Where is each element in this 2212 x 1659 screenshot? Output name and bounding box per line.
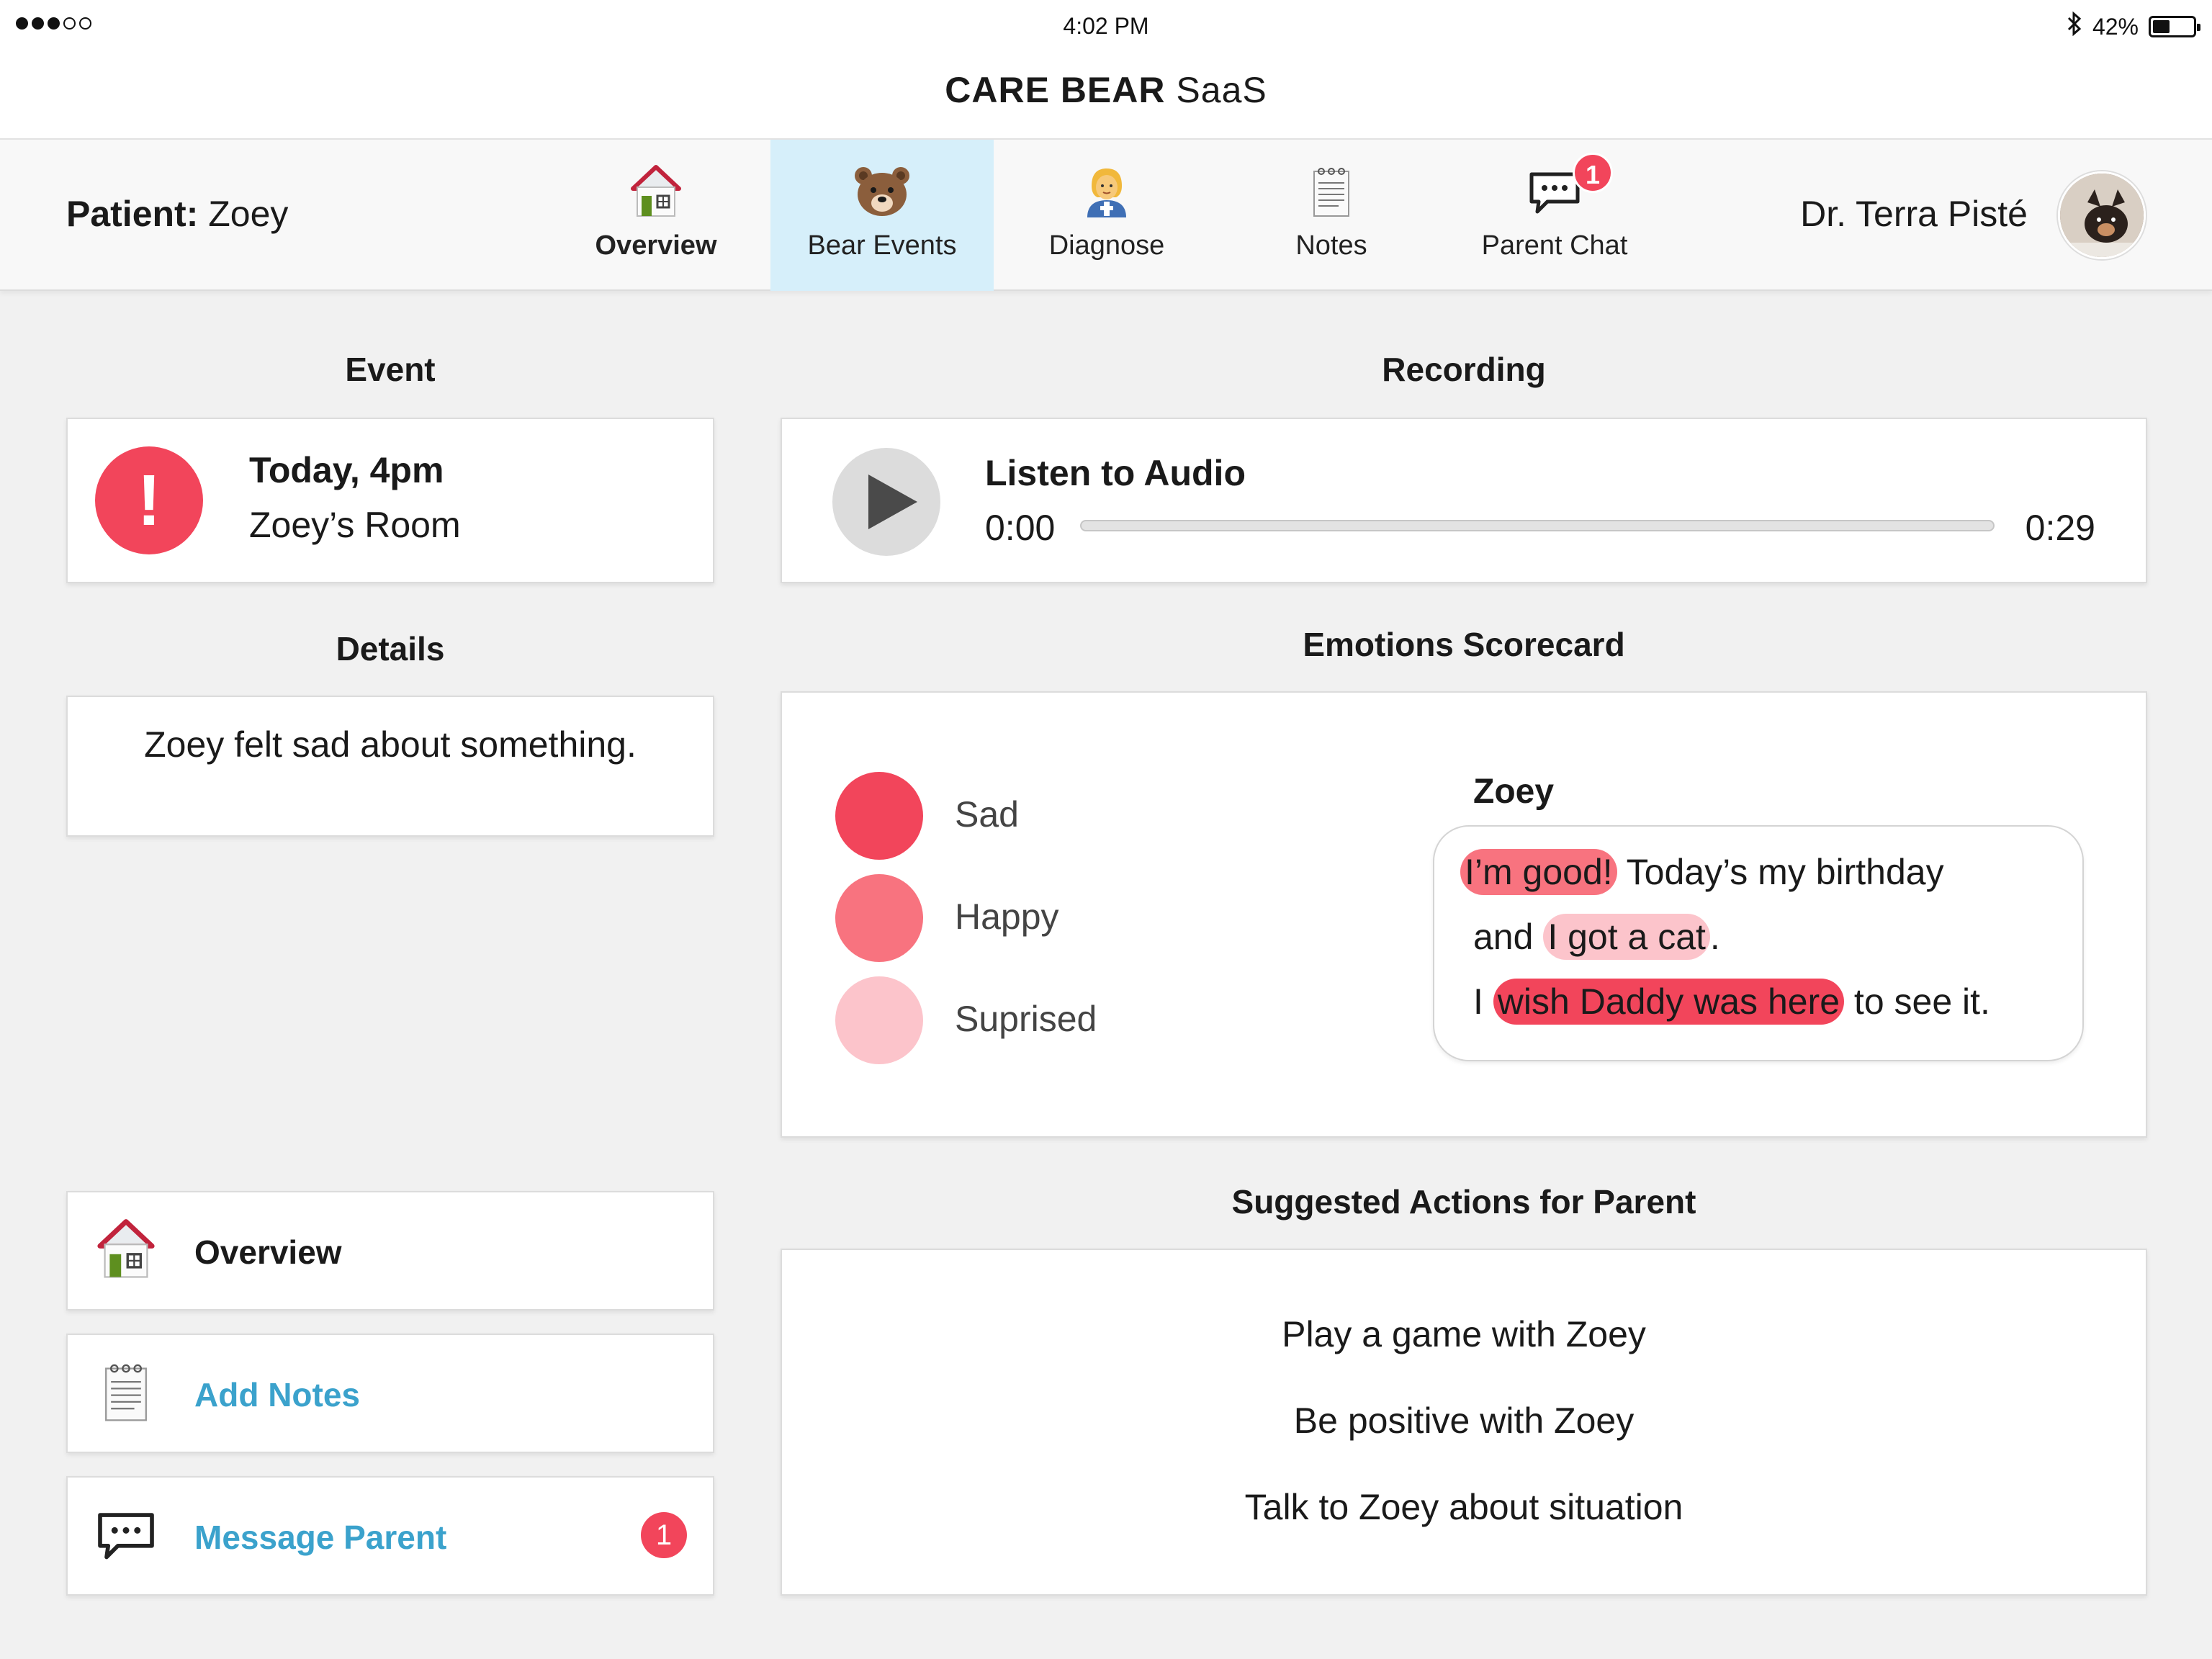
overview-action[interactable]: Overview: [66, 1191, 714, 1310]
recording-title: Listen to Audio: [985, 453, 1246, 493]
quote-text: Today’s my birthday: [1617, 852, 1944, 892]
battery-icon: [2149, 16, 2200, 37]
house-icon: [631, 165, 681, 217]
tab-overview-label: Overview: [595, 230, 717, 261]
quote-text: .: [1709, 917, 1720, 957]
app-title-brand: CARE BEAR: [945, 70, 1166, 110]
emotions-card: Sad Happy Suprised Zoey I’m good! Today’…: [781, 691, 2147, 1138]
quote-line-1: I’m good! Today’s my birthday: [1460, 849, 1944, 895]
details-heading: Details: [336, 630, 445, 667]
app-title: CARE BEAR SaaS: [0, 52, 2212, 138]
emotion-happy-dot: [835, 874, 923, 962]
tab-notes[interactable]: Notes: [1220, 140, 1443, 291]
doctor-name: Dr. Terra Pisté: [1800, 194, 2028, 234]
recording-card: Listen to Audio 0:00 0:29: [781, 418, 2147, 583]
recording-current-time: 0:00: [985, 508, 1056, 548]
tab-diagnose-label: Diagnose: [1048, 230, 1165, 261]
emotions-heading: Emotions Scorecard: [1303, 626, 1625, 663]
status-clock: 4:02 PM: [1063, 13, 1149, 39]
tab-parent-chat-label: Parent Chat: [1481, 230, 1628, 261]
event-heading: Event: [345, 351, 436, 388]
message-parent-badge: 1: [641, 1512, 687, 1558]
event-card: ! Today, 4pm Zoey’s Room: [66, 418, 714, 583]
tab-diagnose[interactable]: Diagnose: [995, 140, 1218, 291]
emotion-sad-dot: [835, 772, 923, 860]
suggestions-heading: Suggested Actions for Parent: [1231, 1183, 1696, 1220]
speech-bubble: I’m good! Today’s my birthday and I got …: [1433, 825, 2084, 1061]
quote-line-3: I wish Daddy was here to see it.: [1473, 979, 1990, 1025]
quote-line-2: and I got a cat.: [1473, 914, 1720, 960]
health-worker-icon: [1087, 168, 1126, 217]
suggestions-card: Play a game with Zoey Be positive with Z…: [781, 1249, 2147, 1596]
suggestion-item: Be positive with Zoey: [1293, 1401, 1635, 1441]
audio-progress-bar[interactable]: [1080, 520, 1995, 531]
patient-value: Zoey: [208, 194, 289, 234]
message-parent-button[interactable]: Message Parent 1: [66, 1476, 714, 1596]
details-text: Zoey felt sad about something.: [144, 724, 637, 765]
patient-label: Patient:: [66, 194, 199, 234]
add-notes-label: Add Notes: [194, 1376, 360, 1413]
top-nav: Patient: Zoey Overview Bear Events Diagn…: [0, 138, 2212, 291]
notepad-icon: [105, 1364, 147, 1421]
bluetooth-icon: [2067, 11, 2082, 42]
bear-face-icon: [855, 167, 909, 216]
quote-highlight-happy: I’m good!: [1460, 849, 1617, 895]
quote-highlight-sad: wish Daddy was here: [1493, 979, 1845, 1025]
tab-overview[interactable]: Overview: [544, 140, 768, 291]
emotion-sad-label: Sad: [955, 794, 1019, 835]
event-location: Zoey’s Room: [249, 505, 461, 545]
house-icon: [97, 1219, 155, 1278]
suggestion-item: Talk to Zoey about situation: [1244, 1487, 1683, 1527]
tab-bear-events-label: Bear Events: [807, 230, 957, 261]
quote-text: and: [1473, 917, 1544, 957]
recording-duration: 0:29: [2025, 508, 2095, 548]
play-button[interactable]: [832, 448, 940, 556]
emotion-happy-label: Happy: [955, 896, 1059, 937]
emotion-surprised-label: Suprised: [955, 999, 1097, 1039]
battery-percent: 42%: [2092, 13, 2139, 40]
tab-parent-chat[interactable]: 1 Parent Chat: [1443, 140, 1666, 291]
app-title-suffix: SaaS: [1176, 70, 1267, 110]
notepad-icon: [1313, 168, 1349, 217]
recording-heading: Recording: [1382, 351, 1546, 388]
tab-bear-events[interactable]: Bear Events: [770, 140, 994, 291]
chat-bubble-icon: [98, 1513, 154, 1560]
alert-icon: !: [95, 446, 203, 554]
emotion-surprised-dot: [835, 976, 923, 1064]
quote-highlight-surprised: I got a cat: [1543, 914, 1710, 960]
tab-notes-label: Notes: [1295, 230, 1367, 261]
speaker-name: Zoey: [1473, 773, 1555, 811]
quote-text: I: [1473, 981, 1493, 1022]
parent-chat-badge: 1: [1573, 153, 1613, 193]
status-bar: 4:02 PM 42%: [0, 0, 2212, 52]
details-card: Zoey felt sad about something.: [66, 696, 714, 837]
patient-name: Patient: Zoey: [66, 193, 288, 235]
message-parent-label: Message Parent: [194, 1519, 447, 1556]
dog-photo-icon: [2060, 174, 2144, 257]
quote-text: to see it.: [1844, 981, 1990, 1022]
suggestion-item: Play a game with Zoey: [1282, 1314, 1646, 1354]
overview-action-label: Overview: [194, 1233, 342, 1271]
add-notes-button[interactable]: Add Notes: [66, 1334, 714, 1453]
event-time: Today, 4pm: [249, 450, 444, 490]
avatar[interactable]: [2058, 171, 2146, 259]
